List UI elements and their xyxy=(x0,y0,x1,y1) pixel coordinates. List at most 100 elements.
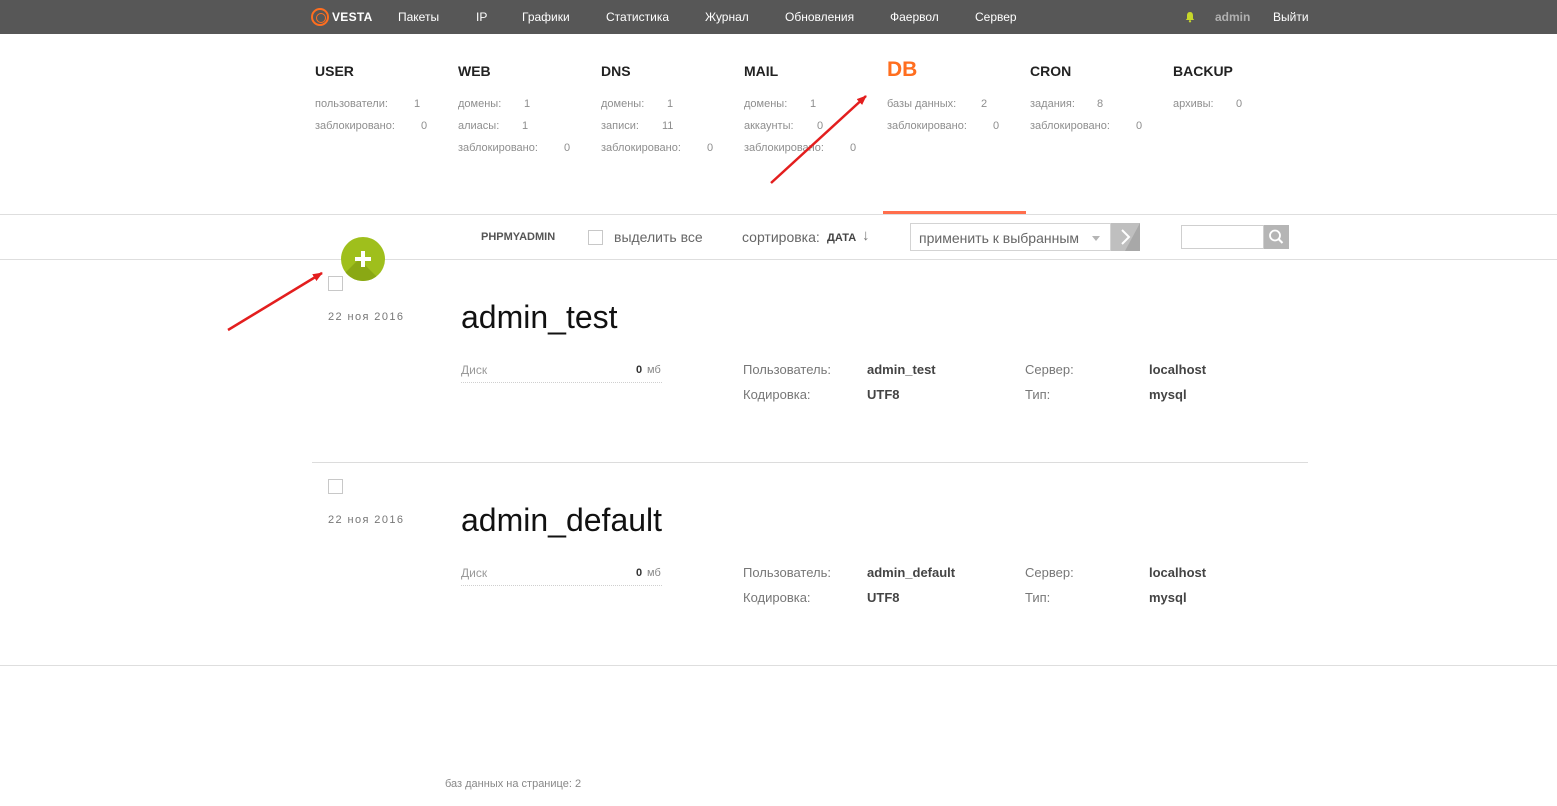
disk-divider xyxy=(461,585,662,586)
server-label: Сервер: xyxy=(1025,362,1074,377)
nav-statistics[interactable]: Статистика xyxy=(606,0,669,34)
stat-value: 11 xyxy=(662,120,674,132)
disk-unit: мб xyxy=(647,567,661,579)
phpmyadmin-link[interactable]: PHPMYADMIN xyxy=(481,231,555,243)
row-checkbox[interactable] xyxy=(328,276,343,291)
current-user-link[interactable]: admin xyxy=(1215,0,1250,34)
tab-title[interactable]: BACKUP xyxy=(1173,63,1233,79)
stat-value: 0 xyxy=(1236,98,1243,110)
list-bottom-divider xyxy=(0,665,1557,666)
tab-title-active[interactable]: DB xyxy=(887,58,917,82)
stat-label: домены: xyxy=(744,98,788,110)
stat-value: 2 xyxy=(981,98,988,110)
footer-count: баз данных на странице: 2 xyxy=(445,778,582,790)
server-value: localhost xyxy=(1149,565,1207,580)
nav-firewall[interactable]: Фаервол xyxy=(890,0,939,34)
vesta-logo[interactable]: VESTA xyxy=(311,8,373,26)
stat-label: заблокировано: xyxy=(1030,120,1110,132)
stat-label: архивы: xyxy=(1173,98,1214,110)
logo-text: VESTA xyxy=(332,10,373,24)
stat-label: домены: xyxy=(458,98,502,110)
chevron-right-icon xyxy=(1121,223,1140,251)
caret-down-icon xyxy=(1092,236,1100,241)
user-value: admin_default xyxy=(867,565,956,580)
annotation-arrow-add-button xyxy=(227,271,323,332)
server-value: localhost xyxy=(1149,362,1207,377)
stat-label: заблокировано: xyxy=(458,142,538,154)
type-value: mysql xyxy=(1149,590,1187,605)
stat-value: 0 xyxy=(850,142,857,154)
stat-label: заблокировано: xyxy=(315,120,395,132)
stat-label: заблокировано: xyxy=(744,142,824,154)
stat-label: домены: xyxy=(601,98,645,110)
sort-label: сортировка: xyxy=(742,229,820,245)
stat-label: алиасы: xyxy=(458,120,500,132)
type-value: mysql xyxy=(1149,387,1187,402)
disk-label: Диск xyxy=(461,566,488,580)
stat-value: 1 xyxy=(810,98,817,110)
stat-value: 0 xyxy=(817,120,824,132)
toolbar-bottom-divider xyxy=(0,259,1557,260)
tab-title[interactable]: USER xyxy=(315,63,354,79)
plus-icon xyxy=(355,251,371,267)
stat-value: 0 xyxy=(564,142,571,154)
user-label: Пользователь: xyxy=(743,565,831,580)
apply-button[interactable] xyxy=(1111,223,1140,251)
nav-log[interactable]: Журнал xyxy=(705,0,749,34)
bulk-action-selected: применить к выбранным xyxy=(919,230,1080,246)
row-checkbox[interactable] xyxy=(328,479,343,494)
stat-label: заблокировано: xyxy=(601,142,681,154)
charset-label: Кодировка: xyxy=(743,590,811,605)
disk-unit: мб xyxy=(647,364,661,376)
tab-title[interactable]: MAIL xyxy=(744,63,778,79)
stat-label: задания: xyxy=(1030,98,1075,110)
search-button[interactable] xyxy=(1264,225,1289,249)
stat-value: 1 xyxy=(667,98,674,110)
disk-divider xyxy=(461,382,662,383)
sort-arrow-icon[interactable]: ↓ xyxy=(862,227,870,244)
stat-value: 0 xyxy=(993,120,1000,132)
select-all-label[interactable]: выделить все xyxy=(614,229,703,245)
disk-value: 0 xyxy=(636,567,643,579)
tab-title[interactable]: DNS xyxy=(601,63,631,79)
bell-icon[interactable] xyxy=(1184,11,1196,23)
tab-title[interactable]: WEB xyxy=(458,63,491,79)
stat-value: 0 xyxy=(1136,120,1143,132)
row-date: 22 ноя 2016 xyxy=(328,311,405,323)
logout-link[interactable]: Выйти xyxy=(1273,0,1309,34)
nav-updates[interactable]: Обновления xyxy=(785,0,854,34)
tab-title[interactable]: CRON xyxy=(1030,63,1071,79)
nav-graphs[interactable]: Графики xyxy=(522,0,570,34)
disk-value: 0 xyxy=(636,364,643,376)
stat-label: пользователи: xyxy=(315,98,388,110)
user-value: admin_test xyxy=(867,362,936,377)
nav-packages[interactable]: Пакеты xyxy=(398,0,439,34)
database-name[interactable]: admin_test xyxy=(461,299,618,336)
stat-value: 8 xyxy=(1097,98,1104,110)
nav-ip[interactable]: IP xyxy=(476,0,487,34)
database-name[interactable]: admin_default xyxy=(461,502,662,539)
stat-value: 1 xyxy=(522,120,529,132)
server-label: Сервер: xyxy=(1025,565,1074,580)
top-navigation-bar: VESTA Пакеты IP Графики Статистика Журна… xyxy=(0,0,1557,34)
select-all-checkbox[interactable] xyxy=(588,230,603,245)
type-label: Тип: xyxy=(1025,387,1051,402)
stat-label: заблокировано: xyxy=(887,120,967,132)
stat-label: базы данных: xyxy=(887,98,957,110)
search-input[interactable] xyxy=(1181,225,1264,249)
toolbar-top-divider xyxy=(0,214,1557,215)
stat-label: аккаунты: xyxy=(744,120,794,132)
stat-value: 1 xyxy=(524,98,531,110)
add-database-button[interactable] xyxy=(341,237,385,281)
bulk-action-select[interactable]: применить к выбранным xyxy=(910,223,1111,251)
stat-label: записи: xyxy=(601,120,639,132)
charset-label: Кодировка: xyxy=(743,387,811,402)
nav-server[interactable]: Сервер xyxy=(975,0,1017,34)
row-divider xyxy=(312,462,1308,463)
charset-value: UTF8 xyxy=(867,590,900,605)
row-date: 22 ноя 2016 xyxy=(328,514,405,526)
stat-value: 0 xyxy=(421,120,428,132)
search-icon xyxy=(1269,229,1284,244)
sort-value[interactable]: ДАТА xyxy=(827,232,856,244)
vesta-logo-icon xyxy=(311,8,329,26)
